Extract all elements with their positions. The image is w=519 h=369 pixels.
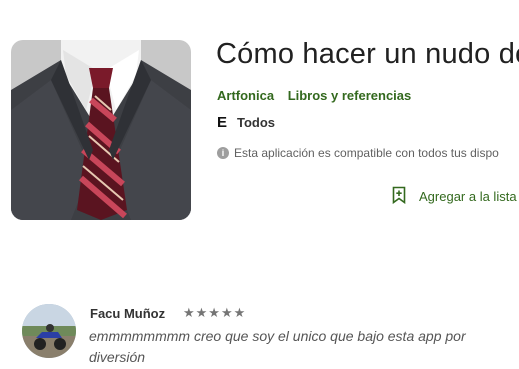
compatibility-text: Esta aplicación es compatible con todos … [234,146,499,160]
star-rating: ★★★★★ [183,305,247,320]
suit-tie-icon [11,40,191,220]
bookmark-plus-icon [392,186,406,207]
category-link[interactable]: Libros y referencias [288,88,412,103]
wishlist-label: Agregar a la lista [419,189,517,204]
app-title: Cómo hacer un nudo de [216,38,519,70]
add-to-wishlist-button[interactable]: Agregar a la lista [392,186,517,207]
developer-link[interactable]: Artfonica [217,88,274,103]
info-icon: i [217,147,229,159]
app-icon [11,40,191,220]
content-rating: E Todos [217,113,276,131]
content-rating-label: Todos [237,115,276,130]
esrb-e-icon: E [217,113,228,131]
review-text: emmmmmmmm creo que soy el unico que bajo… [89,328,466,365]
app-meta: Artfonica Libros y referencias [217,88,411,103]
compatibility-note: i Esta aplicación es compatible con todo… [217,146,499,160]
avatar [22,304,76,358]
reviewer-name: Facu Muñoz [90,306,166,321]
